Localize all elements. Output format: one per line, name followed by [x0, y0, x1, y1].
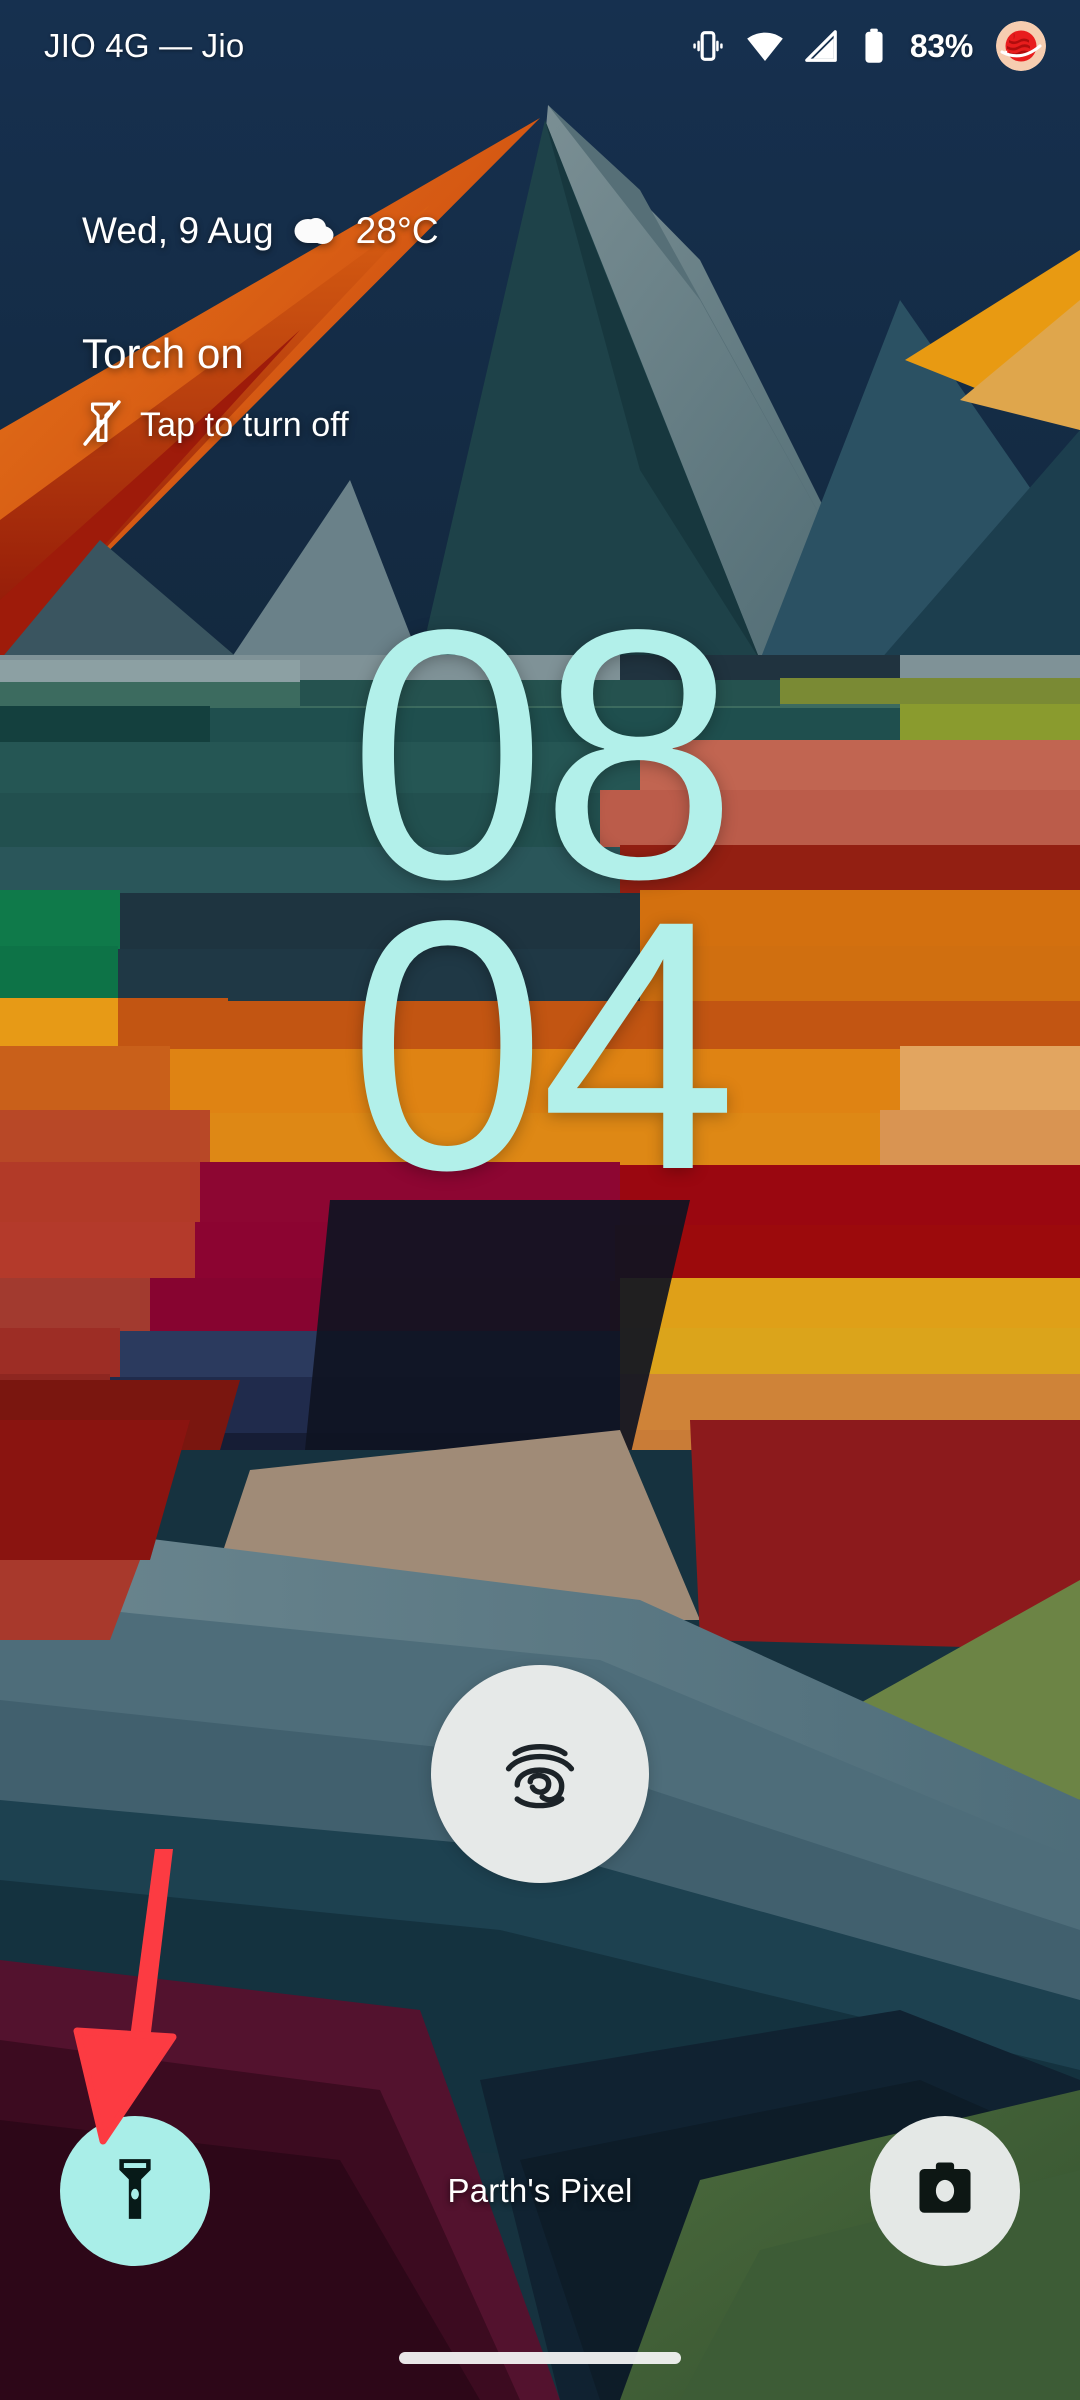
home-gesture-bar[interactable]: [399, 2352, 681, 2364]
status-bar: JIO 4G — Jio 83%: [0, 0, 1080, 92]
date-weather-row[interactable]: Wed, 9 Aug 28°C: [82, 210, 439, 252]
torch-notification-action-label: Tap to turn off: [140, 406, 349, 444]
flashlight-off-icon: [82, 400, 122, 451]
carrier-label: JIO 4G — Jio: [44, 27, 245, 64]
status-icons-group: 83%: [688, 21, 1046, 71]
cloud-icon: [292, 212, 338, 251]
date-label: Wed, 9 Aug: [82, 210, 274, 251]
cellular-signal-icon: [802, 27, 840, 65]
camera-shortcut-button[interactable]: [869, 2116, 1020, 2266]
device-name-label: Parth's Pixel: [447, 2172, 633, 2209]
fingerprint-icon: [488, 1720, 592, 1829]
torch-notification-action[interactable]: Tap to turn off: [82, 400, 349, 451]
battery-icon: [857, 27, 891, 65]
lock-screen-shortcuts-row: Parth's Pixel: [0, 2116, 1080, 2266]
lock-screen: JIO 4G — Jio 83% Wed, 9 Aug 28°C Torch o…: [0, 0, 1080, 2400]
temperature-label: 28°C: [355, 210, 439, 251]
user-avatar-icon[interactable]: [996, 21, 1046, 71]
wifi-icon: [745, 26, 785, 66]
battery-percent-label: 83%: [909, 27, 973, 64]
flashlight-icon: [104, 2154, 166, 2229]
camera-icon: [914, 2159, 976, 2224]
flashlight-shortcut-button[interactable]: [60, 2116, 210, 2266]
fingerprint-unlock-button[interactable]: [431, 1665, 649, 1883]
vibrate-icon: [688, 26, 728, 66]
torch-notification-title: Torch on: [82, 330, 244, 377]
torch-notification[interactable]: Torch on Tap to turn off: [82, 330, 349, 451]
